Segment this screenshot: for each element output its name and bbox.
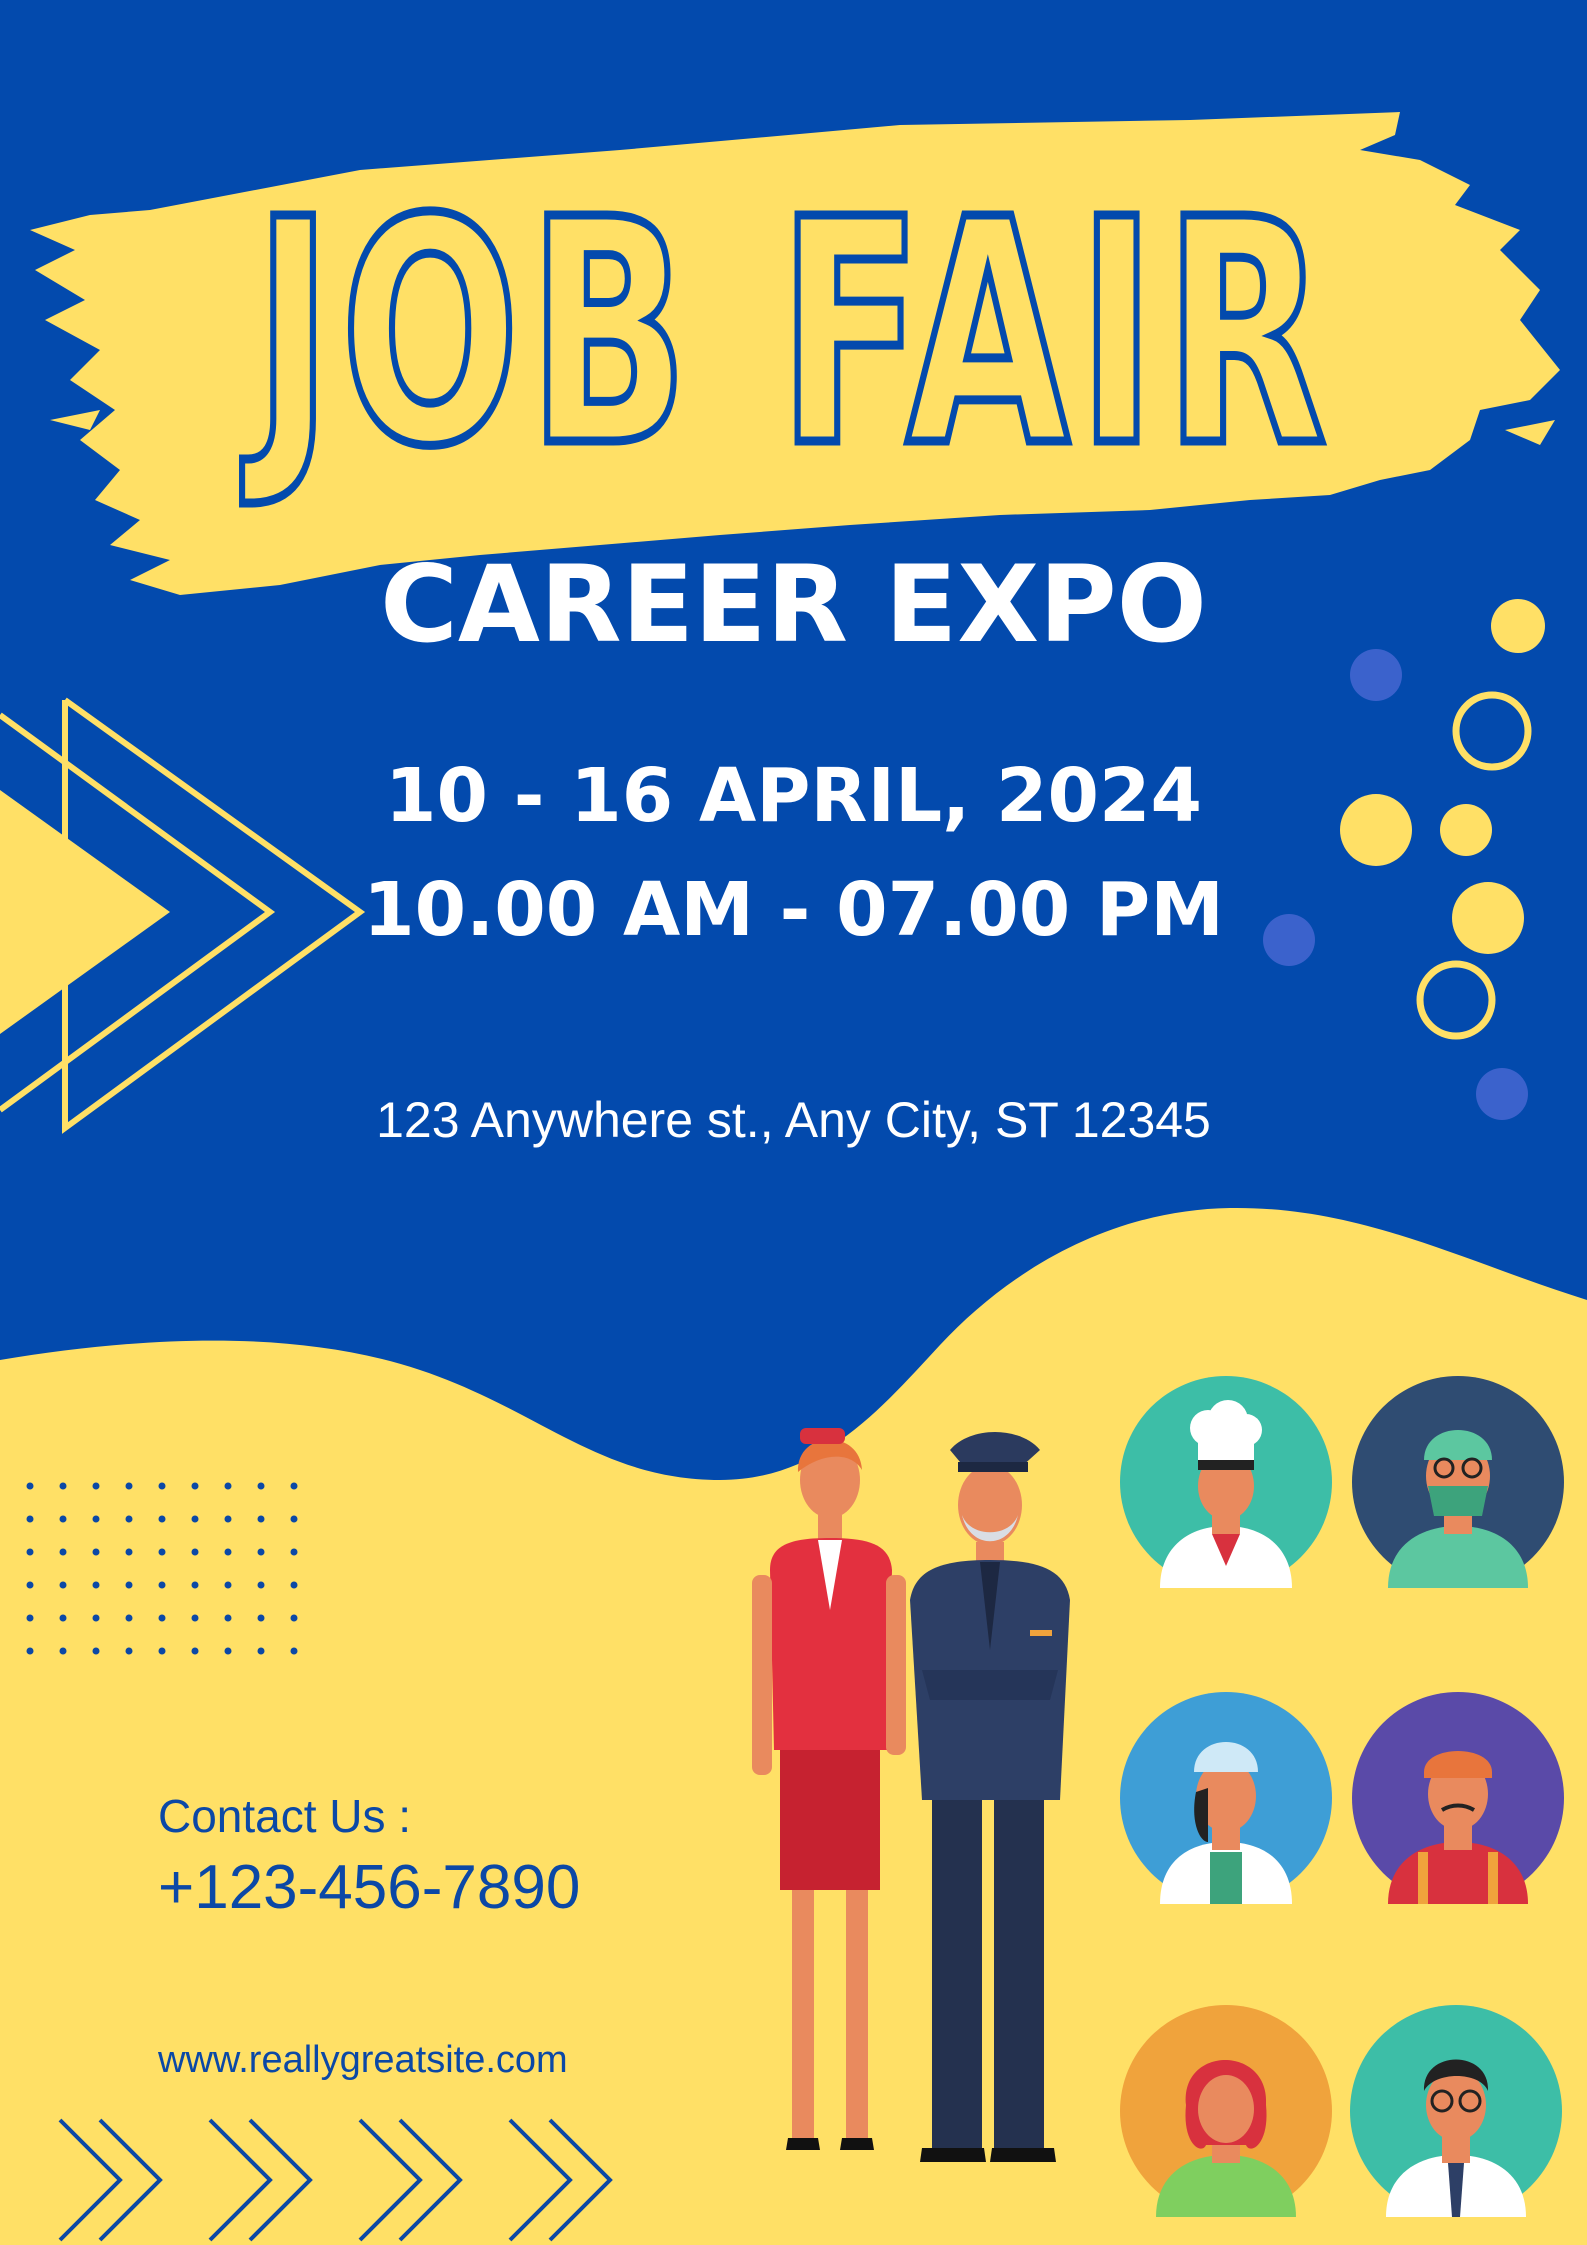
dot: [224, 1647, 232, 1655]
dot: [26, 1482, 34, 1490]
dot: [290, 1647, 298, 1655]
dot: [59, 1515, 67, 1523]
dot: [59, 1614, 67, 1622]
dot: [125, 1548, 133, 1556]
dot: [257, 1647, 265, 1655]
event-dates: 10 - 16 APRIL, 2024: [385, 753, 1202, 839]
dot: [92, 1614, 100, 1622]
dot: [290, 1482, 298, 1490]
dot: [224, 1614, 232, 1622]
dot: [158, 1515, 166, 1523]
poster-subtitle: CAREER EXPO: [380, 543, 1207, 666]
dot: [290, 1581, 298, 1589]
dot: [257, 1515, 265, 1523]
gardener-avatar: [1120, 2005, 1332, 2217]
dot: [290, 1614, 298, 1622]
event-address: 123 Anywhere st., Any City, ST 12345: [376, 1092, 1211, 1148]
dot: [158, 1614, 166, 1622]
dot: [290, 1548, 298, 1556]
dot: [59, 1482, 67, 1490]
dot: [92, 1482, 100, 1490]
dot: [125, 1614, 133, 1622]
dot: [257, 1482, 265, 1490]
dot: [125, 1581, 133, 1589]
dot: [191, 1548, 199, 1556]
dot: [26, 1581, 34, 1589]
dot: [158, 1548, 166, 1556]
pilot-icon: [910, 1432, 1070, 2162]
featured-people-illustration: [752, 1428, 1070, 2162]
poster-title: JOB FAIR: [251, 154, 1335, 515]
dot: [158, 1482, 166, 1490]
surgeon-avatar: [1352, 1376, 1564, 1588]
dot: [125, 1515, 133, 1523]
dot: [257, 1548, 265, 1556]
dot: [224, 1482, 232, 1490]
dot: [92, 1515, 100, 1523]
craftsman-avatar: [1352, 1692, 1564, 1904]
job-fair-poster: JOB FAIR CAREER EXPO 10 - 16 APRIL, 2024…: [0, 0, 1587, 2245]
dot: [191, 1482, 199, 1490]
dot: [26, 1647, 34, 1655]
event-hours: 10.00 AM - 07.00 PM: [363, 867, 1224, 953]
dot: [59, 1548, 67, 1556]
dot: [59, 1647, 67, 1655]
contact-label: Contact Us :: [158, 1790, 412, 1842]
chef-avatar: [1120, 1376, 1332, 1588]
dot: [224, 1548, 232, 1556]
dot: [191, 1614, 199, 1622]
dot: [125, 1482, 133, 1490]
dot: [191, 1515, 199, 1523]
phone-number: +123-456-7890: [158, 1853, 581, 1922]
dot: [158, 1647, 166, 1655]
doctor-avatar: [1350, 2005, 1562, 2217]
dot: [257, 1581, 265, 1589]
dot: [125, 1647, 133, 1655]
dot: [26, 1548, 34, 1556]
dot: [191, 1647, 199, 1655]
dot: [92, 1548, 100, 1556]
dot: [191, 1581, 199, 1589]
dot: [257, 1614, 265, 1622]
dot: [92, 1581, 100, 1589]
dot: [92, 1647, 100, 1655]
dot: [224, 1581, 232, 1589]
flight-attendant-icon: [752, 1428, 906, 2150]
dot: [26, 1515, 34, 1523]
dot: [26, 1614, 34, 1622]
dot: [290, 1515, 298, 1523]
website-link[interactable]: www.reallygreatsite.com: [158, 2036, 568, 2084]
dot: [158, 1581, 166, 1589]
dot: [59, 1581, 67, 1589]
nurse-avatar: [1120, 1692, 1332, 1904]
dot: [224, 1515, 232, 1523]
